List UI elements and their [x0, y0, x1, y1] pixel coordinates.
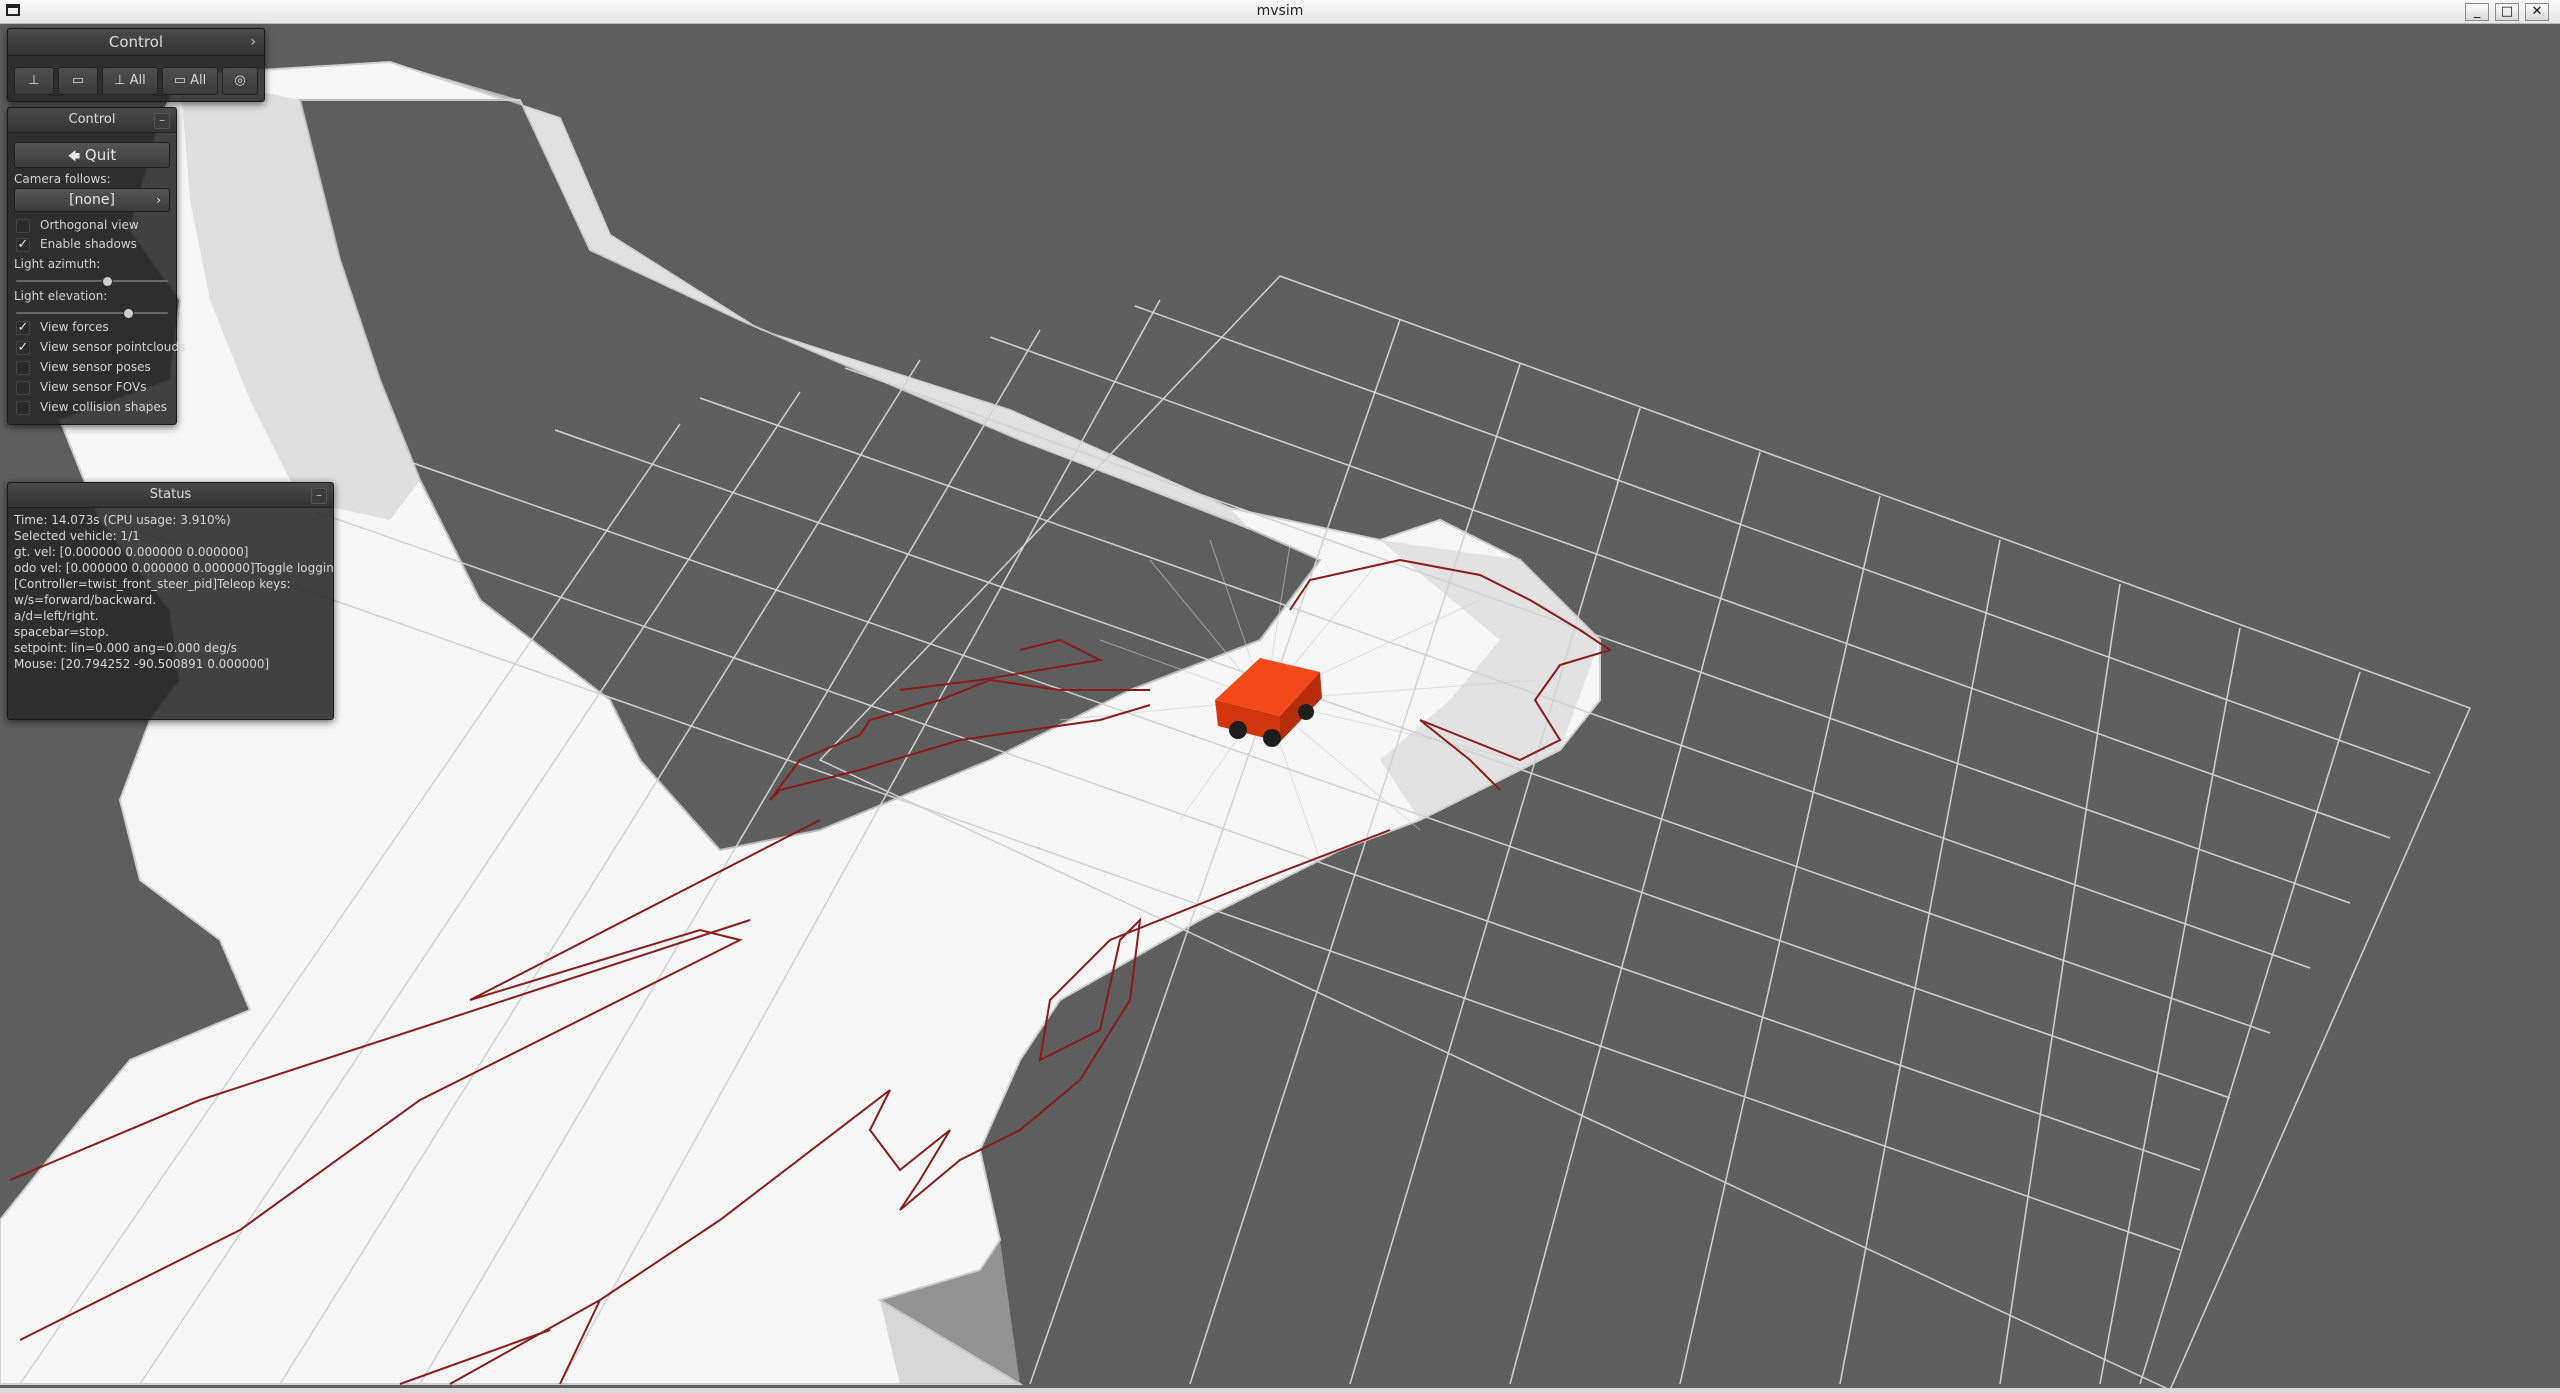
camera-follows-dropdown[interactable]: [none] ›	[14, 188, 170, 212]
checkbox-label: Enable shadows	[40, 237, 137, 251]
toolbar-panel: Control › ⊥ ▭ ⊥ All ▭ All ◎	[7, 28, 265, 102]
close-button[interactable]: ✕	[2525, 3, 2549, 21]
camera-follows-value: [none]	[69, 192, 115, 208]
status-setpoint: setpoint: lin=0.000 ang=0.000 deg/s	[14, 641, 238, 655]
window-bottom-border	[0, 1388, 2560, 1393]
toolbar-panel-header[interactable]: Control ›	[8, 29, 264, 56]
status-selected-vehicle: Selected vehicle: 1/1	[14, 529, 140, 543]
status-teleop-ws: w/s=forward/backward.	[14, 593, 157, 607]
quit-icon: 🡄	[67, 149, 81, 163]
checkbox-box[interactable]	[16, 400, 30, 415]
circle-button[interactable]: ◎	[222, 67, 258, 95]
status-panel-header[interactable]: Status –	[8, 483, 333, 508]
robot-wheel	[1229, 721, 1247, 739]
view-sensor-pointclouds-checkbox[interactable]: ✓ View sensor pointclouds	[16, 340, 185, 358]
checkbox-label: View sensor FOVs	[40, 380, 147, 394]
window-all-button[interactable]: ▭ All	[162, 67, 218, 95]
status-teleop-ad: a/d=left/right.	[14, 609, 99, 623]
robot-wheel	[1298, 704, 1314, 720]
status-teleop-space: spacebar=stop.	[14, 625, 109, 639]
view-sensor-poses-checkbox[interactable]: View sensor poses	[16, 360, 151, 378]
toolbar-panel-title: Control	[108, 33, 164, 51]
checkbox-label: View collision shapes	[40, 400, 168, 414]
anchor-all-button[interactable]: ⊥ All	[102, 67, 158, 95]
maximize-button[interactable]: □	[2495, 3, 2519, 21]
checkbox-label: View sensor poses	[40, 360, 151, 374]
anchor-button[interactable]: ⊥	[14, 67, 54, 95]
checkmark-icon[interactable]: ✓	[16, 320, 30, 335]
quit-button[interactable]: 🡄 Quit	[14, 142, 170, 168]
checkbox-label: Orthogonal view	[40, 218, 139, 232]
status-mouse: Mouse: [20.794252 -90.500891 0.000000]	[14, 657, 270, 671]
control-panel-header[interactable]: Control –	[8, 108, 176, 133]
light-elevation-slider[interactable]	[16, 308, 168, 319]
quit-label: Quit	[84, 146, 117, 164]
checkbox-box[interactable]	[16, 380, 30, 395]
checkbox-box[interactable]	[16, 218, 30, 233]
window-title: mvsim	[1256, 3, 1304, 19]
view-forces-checkbox[interactable]: ✓ View forces	[16, 320, 109, 338]
camera-follows-label: Camera follows:	[14, 172, 111, 186]
light-azimuth-label: Light azimuth:	[14, 257, 101, 271]
status-time: Time: 14.073s (CPU usage: 3.910%)	[14, 513, 231, 527]
status-gt-vel: gt. vel: [0.000000 0.000000 0.000000]	[14, 545, 249, 559]
robot-wheel	[1263, 729, 1281, 747]
view-sensor-fovs-checkbox[interactable]: View sensor FOVs	[16, 380, 146, 398]
light-azimuth-slider[interactable]	[16, 276, 168, 287]
control-panel-title: Control	[68, 112, 116, 127]
checkbox-label: View sensor pointclouds	[40, 340, 186, 354]
3d-viewport[interactable]	[0, 24, 2560, 1390]
status-odo-vel: odo vel: [0.000000 0.000000 0.000000]Tog…	[14, 561, 334, 575]
checkmark-icon[interactable]: ✓	[16, 237, 30, 252]
orthogonal-view-checkbox[interactable]: Orthogonal view	[16, 218, 139, 236]
minimize-panel-icon[interactable]: –	[154, 113, 170, 129]
minimize-button[interactable]: _	[2465, 3, 2489, 21]
chevron-right-icon: ›	[156, 193, 161, 207]
control-panel: Control – 🡄 Quit Camera follows: [none] …	[7, 107, 185, 425]
checkbox-label: View forces	[40, 320, 109, 334]
status-controller: [Controller=twist_front_steer_pid]Teleop…	[14, 577, 291, 591]
checkbox-box[interactable]	[16, 360, 30, 375]
chevron-right-icon: ›	[250, 34, 256, 50]
checkmark-icon[interactable]: ✓	[16, 340, 30, 355]
slider-knob[interactable]	[123, 308, 135, 319]
enable-shadows-checkbox[interactable]: ✓ Enable shadows	[16, 237, 137, 255]
window-button[interactable]: ▭	[58, 67, 98, 95]
slider-knob[interactable]	[101, 276, 113, 287]
status-panel-title: Status	[149, 487, 192, 502]
light-elevation-label: Light elevation:	[14, 289, 108, 303]
window-titlebar: mvsim _ □ ✕	[0, 0, 2560, 24]
view-collision-shapes-checkbox[interactable]: View collision shapes	[16, 400, 167, 418]
minimize-panel-icon[interactable]: –	[311, 488, 327, 504]
status-panel: Status – Time: 14.073s (CPU usage: 3.910…	[7, 482, 334, 720]
